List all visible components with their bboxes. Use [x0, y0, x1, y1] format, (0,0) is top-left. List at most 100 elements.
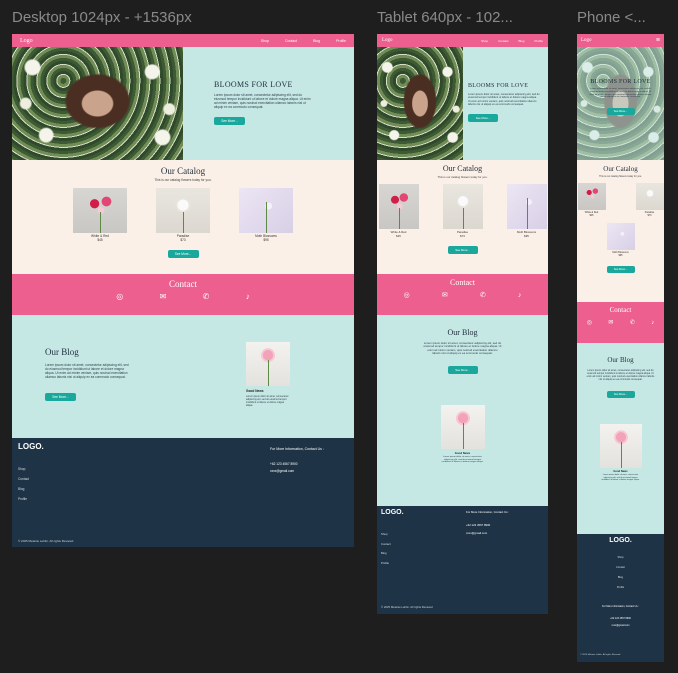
catalog-item[interactable]: Paradise $73 [442, 184, 483, 238]
phone-frame-label[interactable]: Phone <... [577, 9, 667, 26]
footer-link-contact[interactable]: Contact [577, 563, 664, 573]
mail-icon[interactable]: ✉ [608, 320, 613, 326]
footer-logo[interactable]: LOGO. [381, 509, 404, 516]
footer-phone[interactable]: +62 123 4567 8900 [270, 462, 298, 466]
flower-image-moth-blossoms[interactable] [506, 184, 547, 229]
catalog-item[interactable]: Moth Blossoms $95 [239, 188, 293, 242]
catalog-item[interactable]: Paradise $73 [635, 183, 664, 217]
flower-image-white-red[interactable] [577, 183, 606, 210]
blog-card[interactable]: Good News Lorem ipsum dolor sit amet, co… [440, 404, 485, 464]
phone-icon[interactable]: ✆ [630, 320, 635, 326]
phone-footer: LOGO. Shop Contact Blog Profile For More… [577, 534, 664, 662]
footer-link-shop[interactable]: Shop [577, 553, 664, 563]
hero-photo [377, 47, 463, 160]
desktop-frame-label[interactable]: Desktop 1024px - +1536px [12, 9, 242, 26]
footer-link-shop[interactable]: Shop [381, 530, 391, 540]
instagram-icon[interactable]: ◎ [404, 292, 410, 299]
blog-card[interactable]: Good News Lorem ipsum dolor sit amet, co… [599, 424, 642, 482]
hero-see-more-button[interactable]: See More... [468, 113, 498, 122]
blog-card-image[interactable] [246, 342, 290, 386]
footer-email[interactable]: xxxx@gmail.com [270, 469, 294, 473]
hamburger-menu-icon[interactable]: ≡ [656, 37, 660, 44]
contact-title: Contact [450, 278, 475, 287]
blog-see-more-button[interactable]: See More... [606, 391, 635, 398]
nav-link-contact[interactable]: Contact [285, 39, 297, 43]
footer-copyright: © 2025 Melanie Leblin. All rights Review… [18, 539, 74, 543]
catalog-item[interactable]: Paradise $73 [156, 188, 210, 242]
flower-image-white-red[interactable] [73, 188, 127, 233]
blog-card-image[interactable] [599, 424, 642, 468]
phone-frame[interactable]: Logo ≡ BLOOMS FOR LOVE Lorem ipsum dolor… [577, 34, 664, 662]
nav-link-contact[interactable]: Contact [498, 39, 508, 43]
footer-link-profile[interactable]: Profile [577, 583, 664, 593]
footer-link-blog[interactable]: Blog [577, 573, 664, 583]
hero-see-more-button[interactable]: See More... [606, 108, 635, 115]
catalog-see-more-button[interactable]: See More... [167, 250, 199, 258]
phone-icon[interactable]: ✆ [203, 293, 210, 301]
flower-image-paradise[interactable] [635, 183, 664, 210]
catalog-item[interactable]: Moth Blossoms $95 [506, 184, 547, 238]
catalog-see-more-button[interactable]: See More... [606, 266, 635, 273]
footer-link-contact[interactable]: Contact [18, 474, 29, 484]
mail-icon[interactable]: ✉ [160, 293, 167, 301]
tiktok-icon[interactable]: ♪ [246, 293, 250, 301]
catalog-item[interactable]: White & Red $45 [577, 183, 606, 217]
blog-see-more-button[interactable]: See More... [45, 393, 76, 401]
blog-card[interactable]: Good News Lorem ipsum dolor sit amet, co… [246, 342, 290, 407]
instagram-icon[interactable]: ◎ [587, 320, 592, 326]
flower-image-moth-blossoms[interactable] [239, 188, 293, 233]
blog-body: Lorem ipsum dolor sit amet, consectetur … [586, 369, 655, 381]
footer-link-profile[interactable]: Profile [18, 494, 29, 504]
catalog-item[interactable]: White & Red $45 [378, 184, 419, 238]
nav-link-blog[interactable]: Blog [518, 39, 524, 43]
desktop-frame[interactable]: Logo Shop Contact Blog Profile BLOOMS FO… [12, 34, 354, 547]
instagram-icon[interactable]: ◎ [116, 293, 123, 301]
hero-body: Lorem ipsum dolor sit amet, consectetur … [589, 88, 652, 99]
nav-link-shop[interactable]: Shop [261, 39, 269, 43]
flower-image-white-red[interactable] [378, 184, 419, 229]
flower-image-paradise[interactable] [442, 184, 483, 229]
catalog-items: White & Red $45 Paradise $73 Moth Blosso… [377, 184, 548, 238]
flower-image-moth-blossoms[interactable] [606, 223, 635, 250]
hero-see-more-button[interactable]: See More... [214, 117, 245, 125]
footer-link-profile[interactable]: Profile [381, 559, 391, 569]
hero-body: Lorem ipsum dolor sit amet, consectetur … [468, 93, 540, 106]
nav-logo[interactable]: Logo [581, 38, 592, 43]
footer-logo[interactable]: LOGO. [577, 537, 664, 544]
nav-link-blog[interactable]: Blog [313, 39, 320, 43]
hero-text: BLOOMS FOR LOVE Lorem ipsum dolor sit am… [183, 47, 354, 160]
catalog-item[interactable]: White & Red $45 [73, 188, 127, 242]
tiktok-icon[interactable]: ♪ [518, 292, 522, 299]
nav-logo[interactable]: Logo [382, 38, 393, 43]
tablet-frame-label[interactable]: Tablet 640px - 102... [377, 9, 547, 26]
footer-logo[interactable]: LOGO. [18, 442, 44, 451]
footer-info-title: For More Information, Contact Us : [602, 605, 639, 608]
tiktok-icon[interactable]: ♪ [651, 320, 654, 326]
blog-see-more-button[interactable]: See More... [447, 365, 478, 374]
footer-phone[interactable]: +62 123 4567 8900 [577, 617, 664, 620]
footer-phone[interactable]: +62 123 4567 8900 [466, 523, 490, 527]
footer-link-blog[interactable]: Blog [18, 484, 29, 494]
nav-link-shop[interactable]: Shop [481, 39, 488, 43]
blog-card-image[interactable] [440, 404, 485, 449]
tablet-blog: Our Blog Lorem ipsum dolor sit amet, con… [377, 315, 548, 506]
nav-logo[interactable]: Logo [20, 38, 33, 44]
footer-email[interactable]: xxxx@gmail.com [577, 624, 664, 627]
nav-link-profile[interactable]: Profile [336, 39, 346, 43]
tablet-frame[interactable]: Logo Shop Contact Blog Profile BLOOMS FO… [377, 34, 548, 614]
catalog-item-price: $95 [524, 234, 529, 238]
catalog-item[interactable]: Moth Blossoms $95 [606, 223, 635, 257]
mail-icon[interactable]: ✉ [442, 292, 448, 299]
hero-title: BLOOMS FOR LOVE [468, 83, 529, 90]
catalog-items: White & Red $45 Paradise $73 Moth Blosso… [12, 188, 354, 242]
footer-email[interactable]: xxxx@gmail.com [466, 531, 487, 535]
phone-blog: Our Blog Lorem ipsum dolor sit amet, con… [577, 343, 664, 534]
hero-photo [12, 47, 183, 160]
nav-link-profile[interactable]: Profile [534, 39, 543, 43]
footer-link-contact[interactable]: Contact [381, 540, 391, 550]
flower-image-paradise[interactable] [156, 188, 210, 233]
footer-link-shop[interactable]: Shop [18, 464, 29, 474]
catalog-see-more-button[interactable]: See More... [447, 246, 478, 254]
phone-icon[interactable]: ✆ [480, 292, 486, 299]
footer-link-blog[interactable]: Blog [381, 549, 391, 559]
